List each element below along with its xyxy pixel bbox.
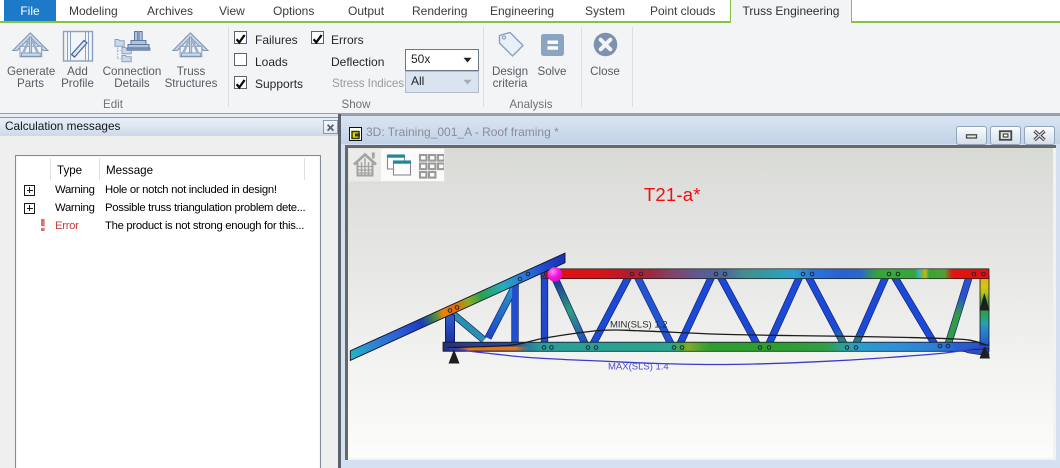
svg-text:MIN(SLS) 1.2: MIN(SLS) 1.2 (610, 319, 668, 330)
svg-text:MAX(SLS) 1.4: MAX(SLS) 1.4 (608, 361, 669, 372)
